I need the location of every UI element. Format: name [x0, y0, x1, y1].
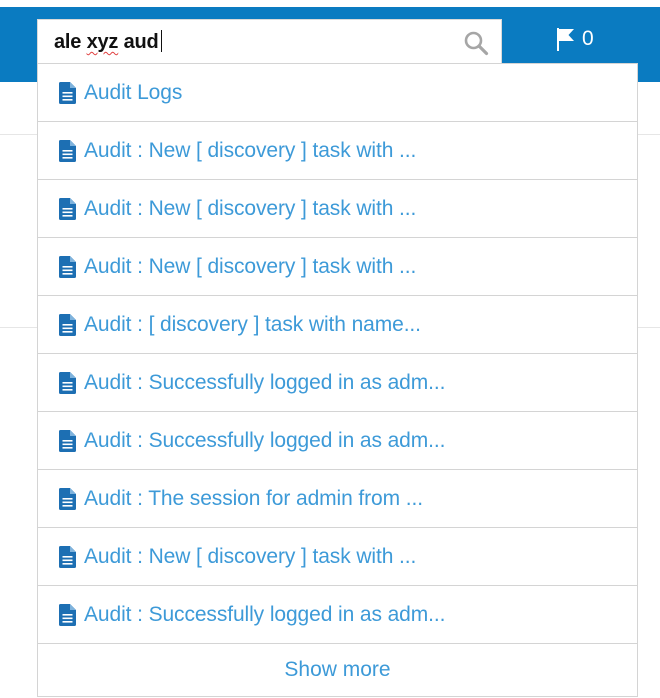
flags-button[interactable]: 0 — [555, 22, 594, 56]
document-icon — [59, 371, 76, 394]
document-icon — [59, 603, 76, 626]
document-icon — [59, 429, 76, 452]
document-icon — [59, 487, 76, 510]
document-icon — [59, 313, 76, 336]
document-icon — [59, 139, 76, 162]
search-result-label: Audit : The session for admin from ... — [84, 486, 423, 510]
search-result-item[interactable]: Audit : New [ discovery ] task with ... — [38, 528, 637, 586]
search-result-label: Audit Logs — [84, 80, 183, 104]
search-result-label: Audit : New [ discovery ] task with ... — [84, 196, 417, 220]
search-result-item[interactable]: Audit Logs — [38, 64, 637, 122]
search-query-misspelled-word: xyz — [86, 31, 119, 53]
search-result-label: Audit : Successfully logged in as adm... — [84, 602, 446, 626]
search-result-item[interactable]: Audit : [ discovery ] task with name... — [38, 296, 637, 354]
search-query-prefix: ale — [54, 31, 87, 53]
search-result-label: Audit : New [ discovery ] task with ... — [84, 138, 417, 162]
search-results-dropdown: Audit Logs Audit : New [ discovery ] tas… — [37, 63, 638, 697]
flag-count: 0 — [582, 27, 594, 50]
search-result-item[interactable]: Audit : Successfully logged in as adm... — [38, 354, 637, 412]
document-icon — [59, 255, 76, 278]
search-result-label: Audit : New [ discovery ] task with ... — [84, 254, 417, 278]
search-result-label: Audit : [ discovery ] task with name... — [84, 312, 421, 336]
show-more-link[interactable]: Show more — [38, 644, 637, 696]
text-caret — [160, 30, 162, 52]
document-icon — [59, 545, 76, 568]
search-result-item[interactable]: Audit : The session for admin from ... — [38, 470, 637, 528]
search-result-item[interactable]: Audit : Successfully logged in as adm... — [38, 412, 637, 470]
search-result-item[interactable]: Audit : New [ discovery ] task with ... — [38, 180, 637, 238]
search-result-label: Audit : Successfully logged in as adm... — [84, 428, 446, 452]
global-search-input[interactable]: ale xyz aud — [37, 19, 502, 63]
search-icon[interactable] — [463, 30, 489, 56]
document-icon — [59, 197, 76, 220]
search-result-item[interactable]: Audit : New [ discovery ] task with ... — [38, 122, 637, 180]
flag-icon — [557, 28, 574, 51]
search-result-label: Audit : Successfully logged in as adm... — [84, 370, 446, 394]
search-result-item[interactable]: Audit : New [ discovery ] task with ... — [38, 238, 637, 296]
search-result-item[interactable]: Audit : Successfully logged in as adm... — [38, 586, 637, 644]
search-query-text[interactable]: ale xyz aud — [54, 30, 162, 54]
search-query-suffix: aud — [118, 31, 159, 53]
search-result-label: Audit : New [ discovery ] task with ... — [84, 544, 417, 568]
document-icon — [59, 81, 76, 104]
